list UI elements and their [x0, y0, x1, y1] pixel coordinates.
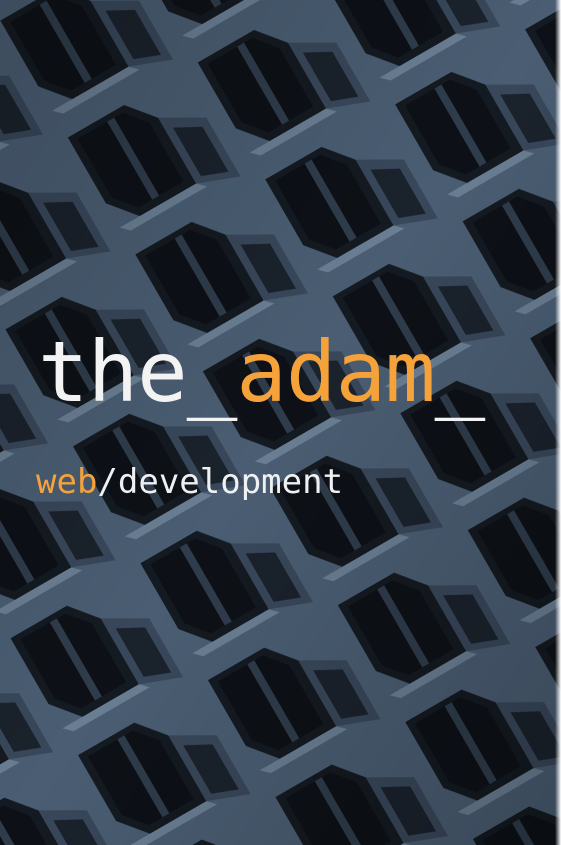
right-edge-highlight: [555, 0, 561, 845]
tagline: web/development: [36, 462, 343, 502]
brand-part-underscore: _: [434, 323, 486, 421]
brand-part-the: the_: [38, 323, 237, 421]
tagline-web: web: [36, 462, 98, 502]
brand-part-adam: adam: [236, 323, 435, 421]
hero-section: the_adam_ web/development: [0, 0, 561, 845]
tagline-development: /development: [97, 462, 344, 502]
background-architecture-image: [0, 0, 561, 845]
brand-logo-text: the_adam_: [38, 322, 486, 422]
